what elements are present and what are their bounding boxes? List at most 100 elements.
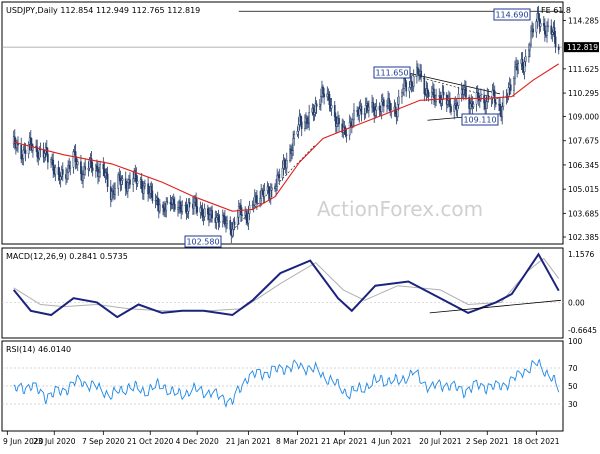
candle-body xyxy=(480,95,482,100)
x-tick-label: 2 Sep 2021 xyxy=(466,437,509,446)
candle-body xyxy=(233,221,236,225)
y-tick-label: 103.685 xyxy=(568,209,599,218)
candle-body xyxy=(453,104,456,112)
candle-body xyxy=(166,201,169,203)
candle-body xyxy=(177,207,179,210)
candle-body xyxy=(66,172,68,179)
candle-body xyxy=(91,167,94,171)
candle-body xyxy=(410,80,413,86)
candle-body xyxy=(358,108,361,116)
candle-body xyxy=(380,101,383,112)
candle-body xyxy=(275,186,277,190)
candle-body xyxy=(330,105,333,109)
candle-body xyxy=(299,115,302,122)
candle-body xyxy=(430,91,433,97)
candle-body xyxy=(293,134,296,139)
candle-body xyxy=(281,167,284,179)
candle-body xyxy=(344,127,347,135)
candle-body xyxy=(69,166,72,169)
candle-body xyxy=(43,153,46,158)
candle-body xyxy=(494,102,497,105)
candle-body xyxy=(469,103,472,109)
candle-body xyxy=(401,92,403,98)
candle-body xyxy=(313,112,316,115)
candle-body xyxy=(348,121,351,136)
candle-body xyxy=(502,97,505,108)
candle-body xyxy=(285,159,288,169)
candle-body xyxy=(553,27,556,37)
x-tick-label: 8 Mar 2021 xyxy=(276,437,319,446)
candle-body xyxy=(245,211,248,218)
x-tick-label: 4 Jun 2021 xyxy=(371,437,412,446)
x-tick-label: 23 Jul 2020 xyxy=(33,437,76,446)
candle-body xyxy=(517,63,520,71)
candle-body xyxy=(333,105,336,118)
candle-body xyxy=(404,78,407,83)
candle-body xyxy=(129,179,131,185)
annotation-label: 111.650 xyxy=(375,69,408,78)
candle-body xyxy=(106,173,109,187)
candle-body xyxy=(472,103,475,107)
candle-body xyxy=(539,23,542,27)
candle-body xyxy=(231,229,234,236)
candle-body xyxy=(260,189,263,199)
candle-body xyxy=(304,121,306,129)
y-tick-label: 0.00 xyxy=(568,298,585,307)
candle-body xyxy=(39,149,42,151)
candle-body xyxy=(352,119,354,127)
y-tick-label: 30 xyxy=(568,400,578,409)
y-tick-label: 111.625 xyxy=(568,65,599,74)
candle-body xyxy=(38,149,41,159)
candle-body xyxy=(132,178,135,185)
candle-body xyxy=(364,105,367,114)
candle-body xyxy=(483,95,485,104)
candle-body xyxy=(427,92,430,97)
candle-body xyxy=(218,221,221,223)
candle-body xyxy=(229,220,232,230)
y-tick-label: 114.285 xyxy=(568,16,599,25)
watermark: ActionForex.com xyxy=(317,197,483,221)
candle-body xyxy=(456,105,459,111)
candle-body xyxy=(196,206,199,213)
candle-body xyxy=(315,103,318,107)
candle-body xyxy=(61,169,64,175)
candle-body xyxy=(450,106,452,112)
candle-body xyxy=(150,186,153,192)
y-tick-label: 106.345 xyxy=(568,161,599,170)
candle-body xyxy=(378,106,381,111)
candle-body xyxy=(158,204,161,212)
price-panel-header: USDJPY,Daily 112.854 112.949 112.765 112… xyxy=(6,6,200,15)
candle-body xyxy=(269,189,272,199)
candle-body xyxy=(209,214,211,220)
y-tick-label: -0.6645 xyxy=(568,326,597,335)
candle-body xyxy=(507,87,510,97)
candle-body xyxy=(124,178,127,189)
y-tick-label: 102.385 xyxy=(568,233,599,242)
candle-body xyxy=(465,87,467,98)
macd-panel-frame xyxy=(1,247,564,339)
candle-body xyxy=(203,208,206,217)
candle-body xyxy=(306,117,308,124)
candle-body xyxy=(442,91,445,96)
macd-panel-header: MACD(12,26,9) 0.2841 0.5735 xyxy=(6,252,128,261)
candle-body xyxy=(372,102,375,108)
candle-body xyxy=(72,151,75,168)
candle-body xyxy=(433,88,435,99)
candle-body xyxy=(546,26,548,36)
candle-body xyxy=(52,160,55,171)
candle-body xyxy=(241,214,243,216)
candle-body xyxy=(412,75,415,87)
x-tick-label: 21 Apr 2021 xyxy=(321,437,368,446)
candle-body xyxy=(278,174,281,179)
candle-body xyxy=(84,166,87,170)
candle-body xyxy=(374,109,377,116)
y-tick-label: 109.000 xyxy=(568,113,599,122)
candle-body xyxy=(537,13,540,19)
candle-body xyxy=(345,134,348,136)
annotation-label: 102.580 xyxy=(186,238,219,247)
candle-body xyxy=(457,93,460,106)
candle-body xyxy=(29,137,32,145)
candle-body xyxy=(487,95,490,101)
candle-body xyxy=(417,67,419,74)
candle-body xyxy=(513,78,515,91)
